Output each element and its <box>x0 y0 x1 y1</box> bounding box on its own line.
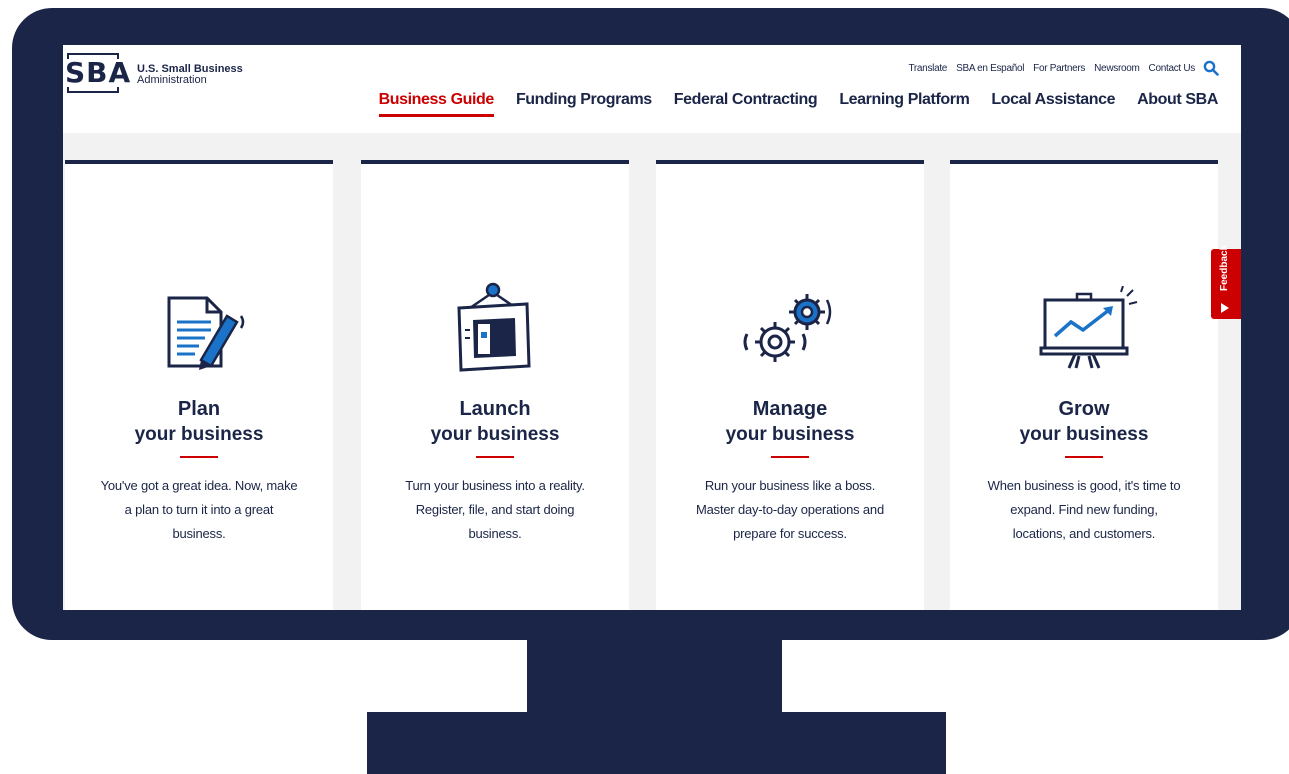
logo-text: U.S. Small Business Administration <box>137 64 243 86</box>
feedback-tab[interactable]: Feedback <box>1211 245 1241 319</box>
card-subtitle: your business <box>134 424 264 445</box>
nav-about-sba[interactable]: About SBA <box>1137 91 1218 113</box>
growth-chart-icon <box>950 286 1218 376</box>
utility-link-translate[interactable]: Translate <box>908 63 947 74</box>
nav-funding-programs[interactable]: Funding Programs <box>516 91 652 113</box>
card-title: Manage <box>752 398 828 420</box>
logo-letters: SBA <box>65 56 132 89</box>
sba-logo[interactable]: SBA U.S. Small Business Administration <box>65 53 243 93</box>
card-divider <box>1065 456 1103 458</box>
card-launch[interactable]: Launch your business Turn your business … <box>361 160 629 610</box>
card-plan[interactable]: Plan your business You've got a great id… <box>65 160 333 610</box>
card-subtitle: your business <box>725 424 855 445</box>
monitor-neck <box>527 636 782 716</box>
card-title: Launch <box>459 398 531 420</box>
nav-local-assistance[interactable]: Local Assistance <box>991 91 1115 113</box>
card-title: Plan <box>177 398 221 420</box>
sba-logo-mark: SBA <box>65 53 130 93</box>
card-description: You've got a great idea. Now, make a pla… <box>100 478 298 541</box>
open-sign-icon <box>361 282 629 376</box>
card-divider <box>180 456 218 458</box>
utility-link-contact[interactable]: Contact Us <box>1149 63 1196 74</box>
utility-link-partners[interactable]: For Partners <box>1033 63 1085 74</box>
card-subtitle: your business <box>430 424 560 445</box>
nav-learning-platform[interactable]: Learning Platform <box>839 91 970 113</box>
card-title: Grow <box>1058 398 1110 420</box>
document-pencil-icon <box>65 286 333 376</box>
monitor-base <box>367 712 946 774</box>
gears-icon <box>656 286 924 376</box>
feedback-label: Feedback <box>1219 244 1230 291</box>
main-nav: Business Guide Funding Programs Federal … <box>357 91 1218 117</box>
browser-screen: SBA U.S. Small Business Administration T… <box>63 45 1241 610</box>
card-manage[interactable]: Manage your business Run your business l… <box>656 160 924 610</box>
search-icon[interactable] <box>1203 60 1219 76</box>
utility-link-newsroom[interactable]: Newsroom <box>1094 63 1140 74</box>
card-subtitle: your business <box>1019 424 1149 445</box>
logo-bracket-bottom <box>67 87 119 93</box>
logo-line-2: Administration <box>137 74 207 86</box>
card-divider <box>771 456 809 458</box>
card-grow[interactable]: Grow your business When business is good… <box>950 160 1218 610</box>
nav-business-guide[interactable]: Business Guide <box>378 91 494 117</box>
utility-nav: Translate SBA en Español For Partners Ne… <box>899 60 1219 76</box>
site-header: SBA U.S. Small Business Administration T… <box>63 45 1241 133</box>
card-description: When business is good, it's time to expa… <box>987 478 1181 541</box>
card-divider <box>476 456 514 458</box>
card-description: Run your business like a boss. Master da… <box>696 478 884 541</box>
nav-federal-contracting[interactable]: Federal Contracting <box>674 91 818 113</box>
utility-link-espanol[interactable]: SBA en Español <box>956 63 1024 74</box>
card-description: Turn your business into a reality. Regis… <box>405 478 585 541</box>
triangle-arrow-icon <box>1221 303 1229 313</box>
